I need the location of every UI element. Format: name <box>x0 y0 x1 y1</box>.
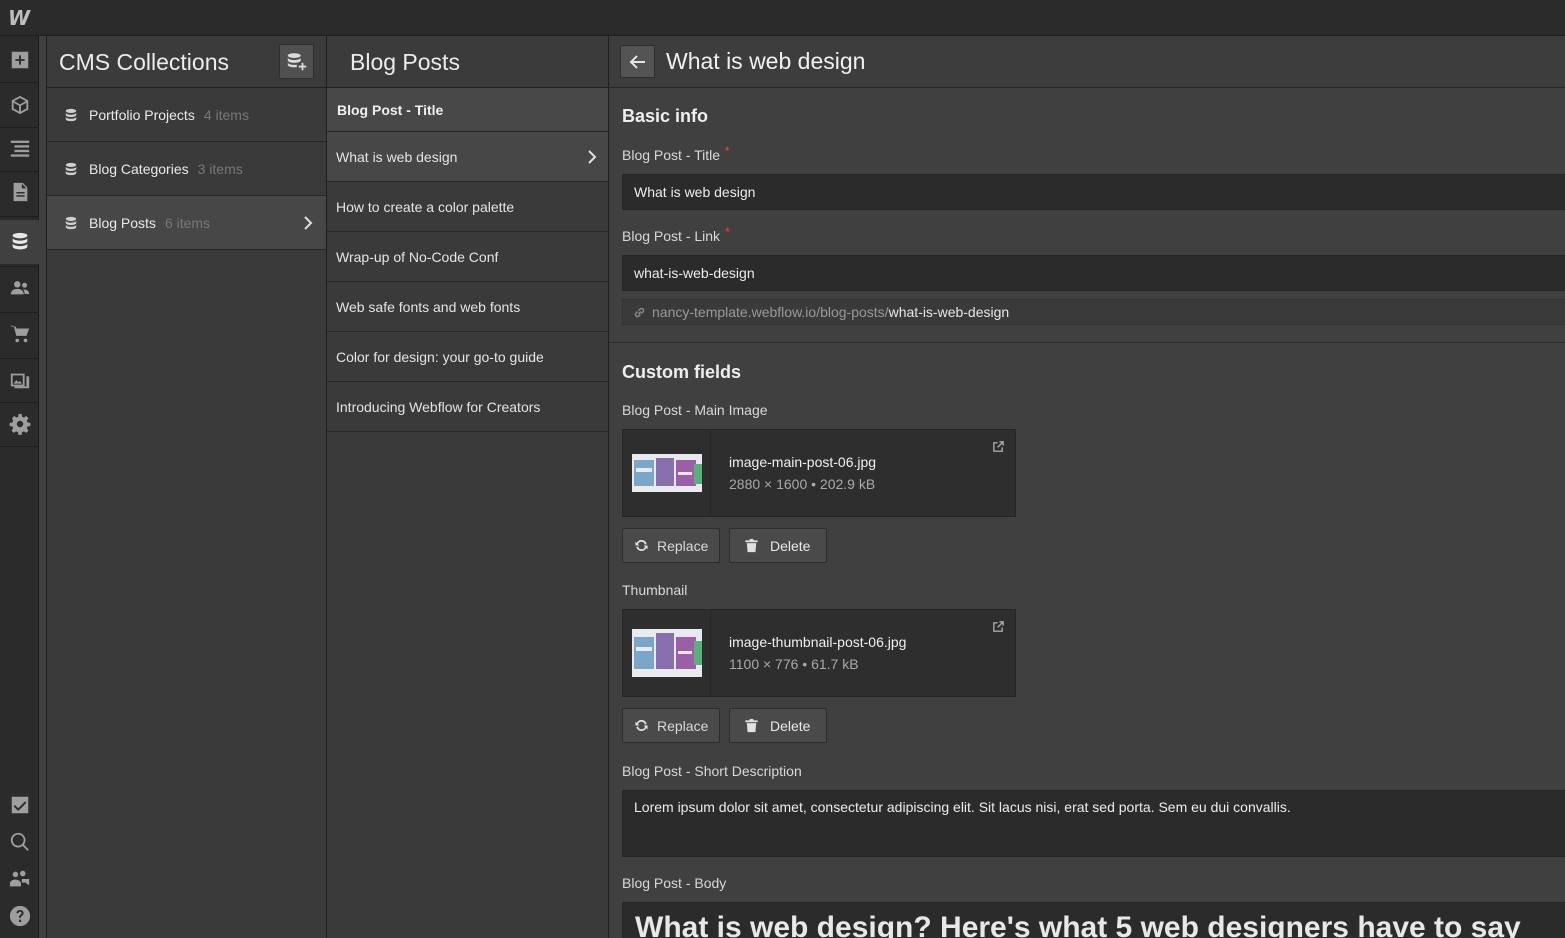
collections-header: CMS Collections <box>47 36 326 88</box>
main-image-filename: image-main-post-06.jpg <box>729 454 877 470</box>
database-icon <box>65 162 77 175</box>
replace-thumbnail-button[interactable]: Replace <box>622 708 720 743</box>
posts-header: Blog Posts <box>327 36 608 88</box>
back-button[interactable] <box>620 45 655 78</box>
title-input[interactable]: What is web design <box>622 174 1565 210</box>
ecommerce-icon[interactable] <box>0 312 39 356</box>
refresh-icon <box>635 720 648 731</box>
external-link-icon[interactable] <box>992 620 1005 633</box>
post-title: Color for design: your go-to guide <box>336 348 544 365</box>
trash-icon <box>745 538 758 553</box>
editor-header: What is web design <box>609 36 1565 88</box>
add-collection-button[interactable] <box>279 44 314 79</box>
help-icon[interactable] <box>0 894 39 938</box>
chevron-right-icon <box>304 216 313 230</box>
main-image-meta: 2880 × 1600 • 202.9 kB <box>729 476 876 492</box>
collection-count: 6 items <box>164 214 211 231</box>
main-image-thumbnail <box>623 430 711 516</box>
body-label: Blog Post - Body <box>622 875 727 891</box>
required-mark: * <box>725 225 730 239</box>
url-base: nancy-template.webflow.io/blog-posts/ <box>652 304 889 320</box>
thumbnail-filename: image-thumbnail-post-06.jpg <box>729 634 907 650</box>
post-item[interactable]: Wrap-up of No-Code Conf <box>327 232 608 282</box>
collection-name: Portfolio Projects <box>89 106 195 123</box>
add-icon[interactable] <box>0 38 39 82</box>
delete-label: Delete <box>770 537 811 554</box>
short-description-label: Blog Post - Short Description <box>622 763 802 779</box>
webflow-logo[interactable]: W <box>8 6 34 30</box>
replace-main-image-button[interactable]: Replace <box>622 528 720 563</box>
post-title: Web safe fonts and web fonts <box>336 298 521 315</box>
collection-name: Blog Posts <box>89 214 156 231</box>
image-preview <box>631 454 702 492</box>
replace-label: Replace <box>657 717 709 734</box>
link-input[interactable]: what-is-web-design <box>622 255 1565 291</box>
post-title: How to create a color palette <box>336 198 515 215</box>
main-image-label: Blog Post - Main Image <box>622 402 768 418</box>
trash-icon <box>745 718 758 733</box>
post-title: What is web design <box>336 148 458 165</box>
link-field-label: Blog Post - Link * <box>622 225 730 244</box>
url-slug: what-is-web-design <box>888 304 1010 320</box>
link-icon <box>634 307 645 317</box>
thumbnail-meta: 1100 × 776 • 61.7 kB <box>729 656 859 672</box>
posts-title: Blog Posts <box>350 49 460 75</box>
add-collection-icon <box>287 52 306 70</box>
editor-title: What is web design <box>666 48 866 74</box>
collection-item-blog-categories[interactable]: Blog Categories 3 items <box>47 142 326 196</box>
short-description-textarea[interactable]: Lorem ipsum dolor sit amet, consectetur … <box>622 790 1565 857</box>
pages-icon[interactable] <box>0 170 39 214</box>
refresh-icon <box>635 540 648 551</box>
post-item-what-is-web-design[interactable]: What is web design <box>327 132 608 182</box>
assets-icon[interactable] <box>0 358 39 402</box>
thumbnail-label: Thumbnail <box>622 582 688 598</box>
link-label-text: Blog Post - Link <box>622 228 721 244</box>
item-editor: What is web design Basic info Blog Post … <box>609 36 1565 938</box>
title-field-label: Blog Post - Title * <box>622 144 730 163</box>
image-preview <box>631 629 702 677</box>
delete-thumbnail-button[interactable]: Delete <box>729 708 827 743</box>
replace-label: Replace <box>657 537 709 554</box>
url-preview[interactable]: nancy-template.webflow.io/blog-posts/wha… <box>622 299 1565 325</box>
posts-column-header[interactable]: Blog Post - Title <box>327 88 608 132</box>
cms-collections-panel: CMS Collections Portfolio Projects 4 ite… <box>46 36 327 938</box>
basic-info-heading: Basic info <box>622 106 709 126</box>
body-rich-text-editor[interactable]: What is web design? Here's what 5 web de… <box>622 902 1565 938</box>
required-mark: * <box>725 144 730 158</box>
post-title: Wrap-up of No-Code Conf <box>336 248 499 265</box>
arrow-left-icon <box>629 54 645 69</box>
post-item[interactable]: Introducing Webflow for Creators <box>327 382 608 432</box>
post-item[interactable]: Web safe fonts and web fonts <box>327 282 608 332</box>
database-icon <box>65 216 77 229</box>
section-divider <box>609 342 1565 343</box>
database-icon <box>65 108 77 121</box>
navigator-icon[interactable] <box>0 126 39 170</box>
collection-count: 3 items <box>197 160 243 177</box>
thumbnail-image <box>623 610 711 696</box>
post-item[interactable]: How to create a color palette <box>327 182 608 232</box>
settings-icon[interactable] <box>0 402 39 446</box>
collection-item-portfolio-projects[interactable]: Portfolio Projects 4 items <box>47 88 326 142</box>
title-label-text: Blog Post - Title <box>622 147 721 163</box>
external-link-icon[interactable] <box>992 440 1005 453</box>
custom-fields-heading: Custom fields <box>622 362 742 382</box>
collection-item-blog-posts[interactable]: Blog Posts 6 items <box>47 196 326 250</box>
delete-main-image-button[interactable]: Delete <box>729 528 827 563</box>
body-heading: What is web design? Here's what 5 web de… <box>635 911 1521 938</box>
thumbnail-card[interactable]: image-thumbnail-post-06.jpg 1100 × 776 •… <box>622 609 1016 697</box>
blog-posts-panel: Blog Posts Blog Post - Title What is web… <box>327 36 609 938</box>
post-title: Introducing Webflow for Creators <box>336 398 541 415</box>
collection-name: Blog Categories <box>89 160 189 177</box>
chevron-right-icon <box>588 150 597 164</box>
collection-count: 4 items <box>203 106 249 123</box>
components-icon[interactable] <box>0 83 39 127</box>
delete-label: Delete <box>770 717 811 734</box>
left-toolbar <box>0 36 39 938</box>
users-icon[interactable] <box>0 266 39 310</box>
top-bar: W <box>0 0 1565 36</box>
cms-icon[interactable] <box>0 220 39 264</box>
collections-title: CMS Collections <box>59 49 229 75</box>
main-image-card[interactable]: image-main-post-06.jpg 2880 × 1600 • 202… <box>622 429 1016 517</box>
post-item[interactable]: Color for design: your go-to guide <box>327 332 608 382</box>
